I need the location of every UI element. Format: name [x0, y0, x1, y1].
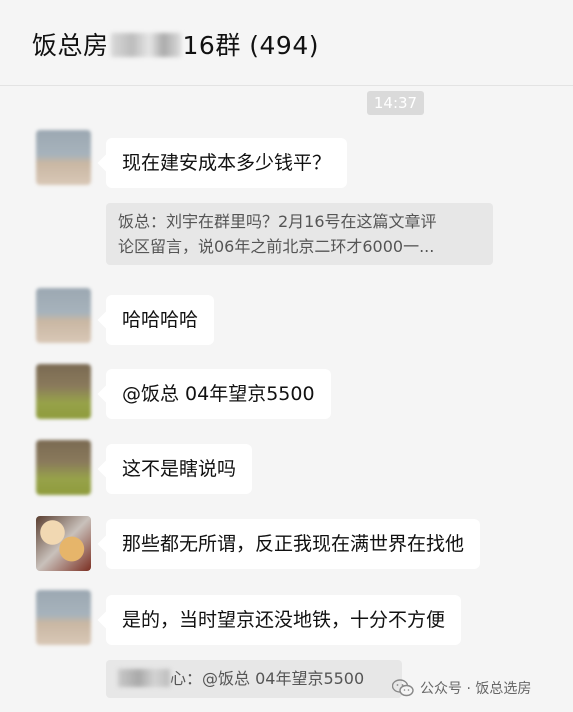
avatar[interactable] [36, 288, 91, 343]
message-bubble[interactable]: 现在建安成本多少钱平？ [106, 138, 348, 188]
title-prefix: 饭总房 [32, 31, 109, 60]
quote-line: 心：@饭总 04年望京5500 [170, 669, 365, 688]
message-bubble[interactable]: 是的，当时望京还没地铁，十分不方便 [106, 595, 462, 645]
message-bubble[interactable]: @饭总 04年望京5500 [106, 369, 331, 419]
wechat-icon [391, 679, 414, 697]
avatar[interactable] [36, 516, 91, 571]
timestamp: 14:37 [367, 91, 424, 115]
quote-line: 论区留言，说06年之前北京二环才6000一... [118, 237, 435, 256]
chat-title[interactable]: 饭总房 16群 (494) [32, 26, 319, 62]
message-text: @饭总 04年望京5500 [122, 383, 315, 405]
quoted-reply[interactable]: 心：@饭总 04年望京5500 [106, 660, 402, 698]
message-bubble[interactable]: 那些都无所谓，反正我现在满世界在找他 [106, 519, 481, 569]
quote-line: 饭总：刘宇在群里吗？2月16号在这篇文章评 [118, 212, 437, 231]
quoted-reply[interactable]: 饭总：刘宇在群里吗？2月16号在这篇文章评 论区留言，说06年之前北京二环才60… [106, 203, 493, 265]
watermark: 公众号 · 饭总选房 [391, 678, 532, 698]
message-text: 哈哈哈哈 [122, 309, 199, 331]
message-text: 是的，当时望京还没地铁，十分不方便 [122, 609, 446, 631]
chat-header: 饭总房 16群 (494) [0, 0, 573, 86]
avatar[interactable] [36, 440, 91, 495]
message-text: 现在建安成本多少钱平？ [122, 152, 332, 174]
avatar[interactable] [36, 130, 91, 185]
title-suffix: 16群 (494) [182, 31, 319, 60]
redacted-text [110, 33, 181, 57]
watermark-text: 公众号 · 饭总选房 [420, 681, 532, 697]
avatar[interactable] [36, 590, 91, 645]
message-text: 这不是瞎说吗 [122, 458, 237, 480]
avatar[interactable] [36, 364, 91, 419]
message-bubble[interactable]: 这不是瞎说吗 [106, 444, 253, 494]
redacted-text [118, 669, 170, 687]
message-bubble[interactable]: 哈哈哈哈 [106, 295, 215, 345]
message-text: 那些都无所谓，反正我现在满世界在找他 [122, 533, 465, 555]
